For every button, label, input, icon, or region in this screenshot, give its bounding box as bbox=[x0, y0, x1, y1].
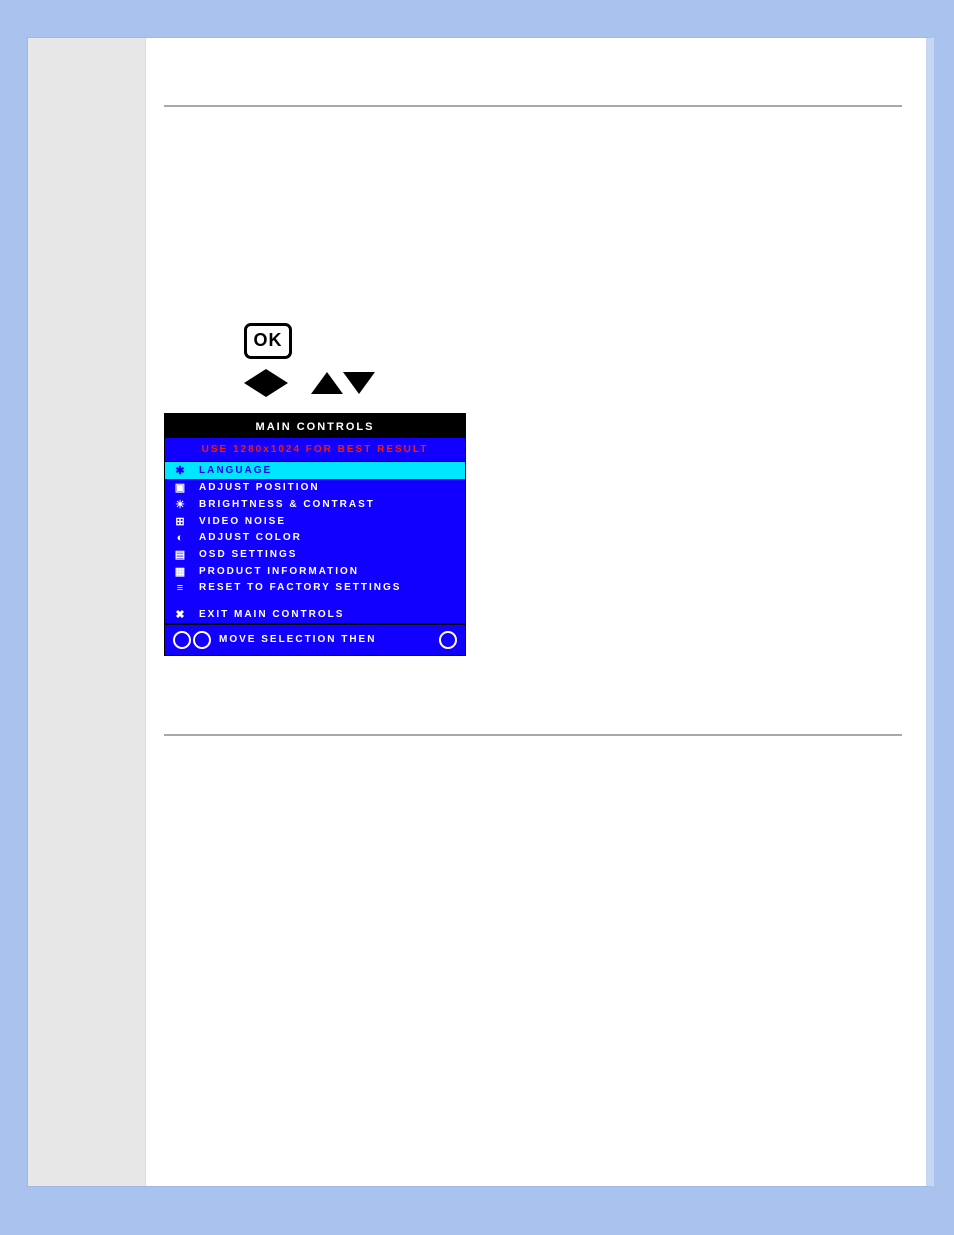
brightness-icon: ☀ bbox=[173, 498, 189, 511]
osd-item-osd-settings[interactable]: ▤ OSD SETTINGS bbox=[165, 546, 465, 563]
osd-item-label: BRIGHTNESS & CONTRAST bbox=[199, 499, 375, 510]
return-top-link[interactable]: RETURN TO TOP OF THE PAGE bbox=[737, 698, 902, 710]
osd-item-label: ADJUST COLOR bbox=[199, 532, 302, 543]
press-label-2: Press bbox=[164, 376, 234, 390]
osd-item-exit[interactable]: ✖ EXIT MAIN CONTROLS bbox=[165, 606, 465, 623]
what-is-text: This is a feature in all Philips LCD mon… bbox=[164, 192, 902, 229]
grid-icon: ⊞ bbox=[173, 515, 189, 528]
osd-item-position[interactable]: ▣ ADJUST POSITION bbox=[165, 479, 465, 496]
osd-resolution-note: USE 1280x1024 FOR BEST RESULT bbox=[165, 438, 465, 462]
osd-item-reset[interactable]: ≡ RESET TO FACTORY SETTINGS bbox=[165, 580, 465, 596]
osd-item-label: OSD SETTINGS bbox=[199, 549, 297, 560]
osd-item-label: LANGUAGE bbox=[199, 465, 272, 476]
return-top: RETURN TO TOP OF THE PAGE bbox=[164, 696, 902, 710]
osd-item-brightness[interactable]: ☀ BRIGHTNESS & CONTRAST bbox=[165, 496, 465, 513]
arrow-up-icon bbox=[311, 372, 343, 394]
osd-item-color[interactable]: ◐ ADJUST COLOR bbox=[165, 530, 465, 546]
reset-icon: ≡ bbox=[173, 582, 189, 594]
sidebar: Description of the On-Screen Display The… bbox=[28, 38, 146, 1186]
page-title: On-Screen Display bbox=[164, 64, 902, 87]
basic-instr-text: When you press the OK button on the fron… bbox=[164, 267, 902, 304]
exit-icon: ✖ bbox=[173, 608, 189, 621]
what-is-label: What is the On-Screen Display? bbox=[164, 165, 335, 179]
section1-heading: Description of the On Screen Display bbox=[164, 137, 902, 153]
osd-footer-text: MOVE SELECTION THEN bbox=[219, 634, 376, 645]
nav-circle-down-icon bbox=[193, 631, 211, 649]
osd-item-label: RESET TO FACTORY SETTINGS bbox=[199, 582, 401, 593]
page-container: Description of the On-Screen Display The… bbox=[28, 38, 926, 1186]
osd-footer: MOVE SELECTION THEN bbox=[165, 623, 465, 655]
content: On-Screen Display Description of the On … bbox=[146, 38, 926, 1186]
osd-item-label: PRODUCT INFORMATION bbox=[199, 566, 359, 577]
sidebar-link-description[interactable]: Description of the On-Screen Display bbox=[42, 68, 135, 101]
nav-circle-up-icon bbox=[173, 631, 191, 649]
color-icon: ◐ bbox=[173, 532, 189, 544]
language-icon: ✱ bbox=[173, 464, 189, 477]
step-press-ok: Press bbox=[164, 323, 902, 359]
arrow-left-icon bbox=[244, 369, 266, 397]
divider-2 bbox=[164, 734, 902, 736]
arrow-right-icon bbox=[266, 369, 288, 397]
osd-item-label: EXIT MAIN CONTROLS bbox=[199, 609, 344, 620]
steps: Press Press or bbox=[164, 323, 902, 397]
press-label: Press bbox=[164, 334, 234, 348]
arrow-down-icon bbox=[343, 372, 375, 394]
section2-heading: The OSD Tree bbox=[164, 766, 902, 782]
osd-item-label: ADJUST POSITION bbox=[199, 482, 320, 493]
position-icon: ▣ bbox=[173, 481, 189, 494]
ok-button-icon bbox=[244, 323, 292, 359]
osd-panel: MAIN CONTROLS USE 1280x1024 FOR BEST RES… bbox=[164, 413, 466, 656]
osd-item-language[interactable]: ✱ LANGUAGE bbox=[165, 462, 465, 479]
osd-items: ✱ LANGUAGE ▣ ADJUST POSITION ☀ BRIGHTNES… bbox=[165, 462, 465, 623]
tree-intro: Below is an overall view of the structur… bbox=[164, 792, 902, 829]
ok-circle-icon bbox=[439, 631, 457, 649]
osd-header: MAIN CONTROLS bbox=[165, 414, 465, 438]
osd-item-video-noise[interactable]: ⊞ VIDEO NOISE bbox=[165, 513, 465, 530]
osd-icon: ▤ bbox=[173, 548, 189, 561]
info-icon: ▦ bbox=[173, 565, 189, 578]
ok-icon bbox=[244, 323, 292, 359]
step-press-arrows: Press or bbox=[164, 369, 902, 397]
osd-item-label: VIDEO NOISE bbox=[199, 516, 286, 527]
basic-instr-label: Basic and simple instruction on the cont… bbox=[164, 241, 420, 255]
divider bbox=[164, 105, 902, 107]
sidebar-link-tree[interactable]: The OSD Tree bbox=[42, 111, 135, 128]
osd-item-product-info[interactable]: ▦ PRODUCT INFORMATION bbox=[165, 563, 465, 580]
or-label: or bbox=[288, 376, 311, 390]
arrow-icons: or bbox=[244, 369, 375, 397]
